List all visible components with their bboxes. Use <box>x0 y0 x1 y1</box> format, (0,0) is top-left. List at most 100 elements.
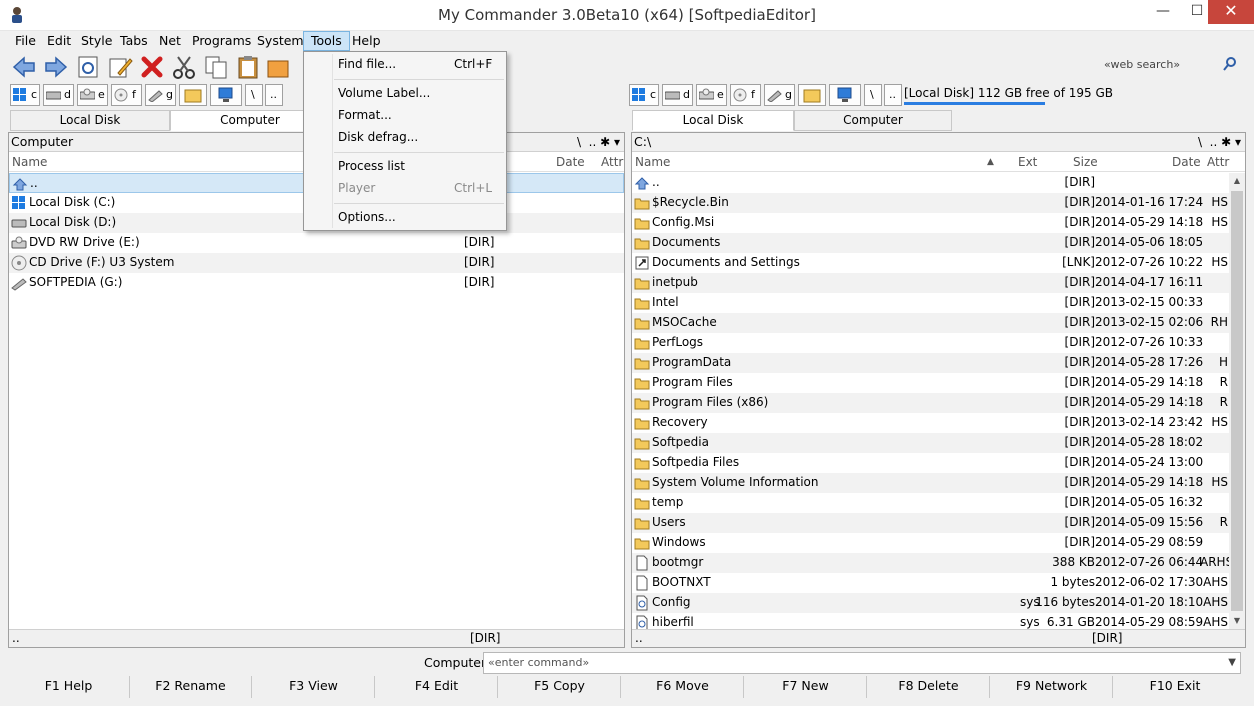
table-row[interactable]: Program Files (x86) [DIR] 2014-05-29 14:18… <box>632 393 1245 413</box>
table-row[interactable]: Softpedia Files [DIR] 2014-05-24 13:00 <box>632 453 1245 473</box>
col-attr[interactable]: Attr <box>601 155 623 169</box>
scroll-up-arrow-icon[interactable]: ▲ <box>1229 173 1245 189</box>
menu-item-process-list[interactable]: Process list <box>306 156 504 176</box>
paste-icon[interactable] <box>234 53 262 81</box>
menu-item-format[interactable]: Format... <box>306 105 504 125</box>
col-date[interactable]: Date <box>1172 155 1201 169</box>
right-drive-g-button[interactable]: g <box>764 84 795 106</box>
right-drive-c-button[interactable]: c <box>629 84 659 106</box>
scroll-thumb[interactable] <box>1231 191 1243 611</box>
list-item[interactable]: DVD RW Drive (E:) [DIR] <box>9 233 624 253</box>
f9-network-button[interactable]: F9 Network <box>991 676 1113 698</box>
forward-arrow-icon[interactable] <box>42 53 70 81</box>
sort-asc-icon[interactable]: ▲ <box>987 157 994 167</box>
table-row[interactable]: .. [DIR] <box>632 173 1245 193</box>
right-tab-computer[interactable]: Computer <box>794 110 952 131</box>
delete-icon[interactable] <box>138 53 166 81</box>
menu-item-options[interactable]: Options... <box>306 207 504 227</box>
pack-icon[interactable] <box>264 53 292 81</box>
drive-g-button[interactable]: g <box>145 84 176 106</box>
parent-button[interactable]: .. <box>265 84 283 106</box>
table-row[interactable]: PerfLogs [DIR] 2012-07-26 10:33 <box>632 333 1245 353</box>
scroll-down-arrow-icon[interactable]: ▼ <box>1229 613 1245 629</box>
f10-exit-button[interactable]: F10 Exit <box>1114 676 1236 698</box>
menu-help[interactable]: Help <box>345 31 388 51</box>
table-row[interactable]: temp [DIR] 2014-05-05 16:32 <box>632 493 1245 513</box>
menu-file[interactable]: File <box>8 31 43 51</box>
view-icon[interactable] <box>74 53 102 81</box>
col-name[interactable]: Name <box>12 155 47 169</box>
table-row[interactable]: Recovery [DIR] 2013-02-14 23:42 HS <box>632 413 1245 433</box>
right-file-panel[interactable]: C:\ \ .. ✱ ▾ Name ▲ Ext Size Date Attr .… <box>631 132 1246 648</box>
table-row[interactable]: ProgramData [DIR] 2014-05-28 17:26 H <box>632 353 1245 373</box>
f1-help-button[interactable]: F1 Help <box>8 676 130 698</box>
f2-rename-button[interactable]: F2 Rename <box>130 676 252 698</box>
table-row[interactable]: Program Files [DIR] 2014-05-29 14:18 R <box>632 373 1245 393</box>
table-row[interactable]: $Recycle.Bin [DIR] 2014-01-16 17:24 HS <box>632 193 1245 213</box>
right-drive-e-button[interactable]: e <box>696 84 727 106</box>
command-input[interactable]: «enter command» ▼ <box>483 652 1241 674</box>
table-row[interactable]: BOOTNXT 1 bytes 2012-06-02 17:30 AHS <box>632 573 1245 593</box>
table-row[interactable]: Config sys 116 bytes 2014-01-20 18:10 AHS <box>632 593 1245 613</box>
table-row[interactable]: Windows [DIR] 2014-05-29 08:59 <box>632 533 1245 553</box>
right-root-button[interactable]: \ <box>864 84 882 106</box>
right-drive-f-button[interactable]: f <box>730 84 761 106</box>
table-row[interactable]: System Volume Information [DIR] 2014-05-29… <box>632 473 1245 493</box>
right-network-button[interactable] <box>798 84 826 106</box>
menu-edit[interactable]: Edit <box>40 31 78 51</box>
drive-f-button[interactable]: f <box>111 84 142 106</box>
list-item[interactable]: CD Drive (F:) U3 System [DIR] <box>9 253 624 273</box>
f6-move-button[interactable]: F6 Move <box>622 676 744 698</box>
drive-c-button[interactable]: c <box>10 84 40 106</box>
right-scrollbar[interactable]: ▲ ▼ <box>1229 173 1245 629</box>
path-tools[interactable]: \ .. ✱ ▾ <box>577 133 620 151</box>
left-tab-local-disk[interactable]: Local Disk <box>10 110 170 131</box>
right-computer-button[interactable] <box>829 84 861 106</box>
root-button[interactable]: \ <box>245 84 263 106</box>
col-size[interactable]: Size <box>1073 155 1098 169</box>
col-attr[interactable]: Attr <box>1207 155 1229 169</box>
drive-d-button[interactable]: d <box>43 84 74 106</box>
menu-tools[interactable]: Tools <box>303 31 350 51</box>
chevron-down-icon[interactable]: ▼ <box>1228 653 1236 673</box>
table-row[interactable]: Documents and Settings [LNK] 2012-07-26 10… <box>632 253 1245 273</box>
f8-delete-button[interactable]: F8 Delete <box>868 676 990 698</box>
menu-tabs[interactable]: Tabs <box>113 31 155 51</box>
back-arrow-icon[interactable] <box>10 53 38 81</box>
f3-view-button[interactable]: F3 View <box>253 676 375 698</box>
cut-icon[interactable] <box>170 53 198 81</box>
menu-item-disk-defrag[interactable]: Disk defrag... <box>306 127 504 147</box>
table-row[interactable]: Intel [DIR] 2013-02-15 00:33 <box>632 293 1245 313</box>
f4-edit-button[interactable]: F4 Edit <box>376 676 498 698</box>
right-drive-d-button[interactable]: d <box>662 84 693 106</box>
edit-icon[interactable] <box>106 53 134 81</box>
table-row[interactable]: Documents [DIR] 2014-05-06 18:05 <box>632 233 1245 253</box>
menu-item-find-file[interactable]: Find file... Ctrl+F <box>306 54 504 74</box>
right-parent-button[interactable]: .. <box>884 84 902 106</box>
col-ext[interactable]: Ext <box>1018 155 1037 169</box>
drive-e-button[interactable]: e <box>77 84 108 106</box>
right-tab-local-disk[interactable]: Local Disk <box>632 110 794 131</box>
col-date[interactable]: Date <box>556 155 585 169</box>
table-row[interactable]: inetpub [DIR] 2014-04-17 16:11 <box>632 273 1245 293</box>
network-button[interactable] <box>179 84 207 106</box>
computer-button[interactable] <box>210 84 242 106</box>
table-row[interactable]: Config.Msi [DIR] 2014-05-29 14:18 HS <box>632 213 1245 233</box>
f5-copy-button[interactable]: F5 Copy <box>499 676 621 698</box>
menu-net[interactable]: Net <box>152 31 188 51</box>
web-search-input[interactable]: «web search» <box>1100 55 1242 75</box>
menu-programs[interactable]: Programs <box>185 31 258 51</box>
table-row[interactable]: Users [DIR] 2014-05-09 15:56 R <box>632 513 1245 533</box>
copy-icon[interactable] <box>202 53 230 81</box>
close-button[interactable]: ✕ <box>1208 0 1254 24</box>
list-item[interactable]: SOFTPEDIA (G:) [DIR] <box>9 273 624 293</box>
search-icon[interactable] <box>1222 56 1238 72</box>
table-row[interactable]: bootmgr 388 KB 2012-07-26 06:44 ARHS <box>632 553 1245 573</box>
col-name[interactable]: Name <box>635 155 670 169</box>
menu-system[interactable]: System <box>250 31 311 51</box>
path-tools[interactable]: \ .. ✱ ▾ <box>1198 133 1241 151</box>
f7-new-button[interactable]: F7 New <box>745 676 867 698</box>
table-row[interactable]: MSOCache [DIR] 2013-02-15 02:06 RH <box>632 313 1245 333</box>
table-row[interactable]: Softpedia [DIR] 2014-05-28 18:02 <box>632 433 1245 453</box>
menu-item-volume-label[interactable]: Volume Label... <box>306 83 504 103</box>
